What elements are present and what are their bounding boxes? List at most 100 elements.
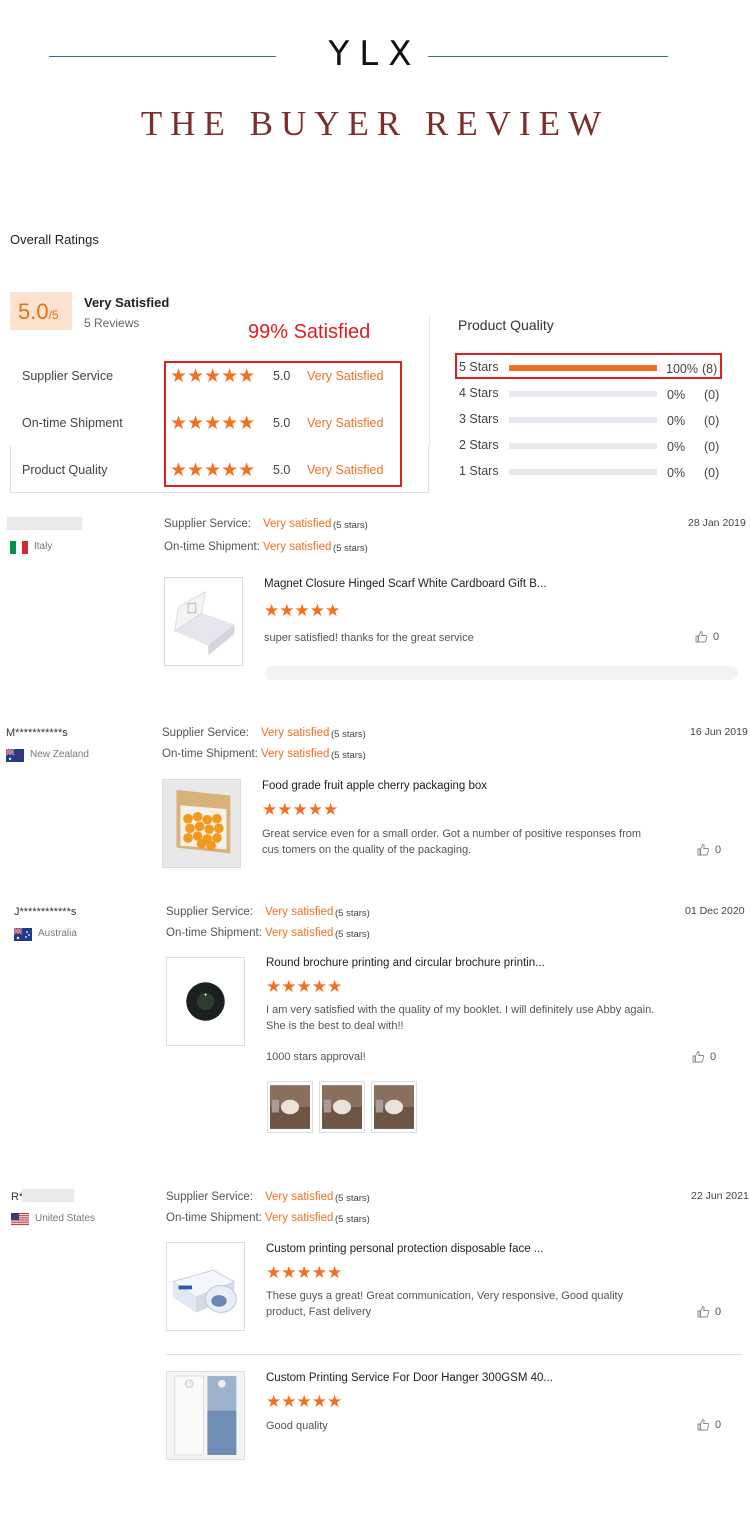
shipment-label: On-time Shipment: — [166, 1212, 262, 1224]
product-thumbnail[interactable]: ✦ — [166, 957, 245, 1046]
review-photo-image — [270, 1084, 310, 1130]
metric-product-quality: Product Quality — [22, 463, 108, 477]
shipment-stars: (5 stars) — [331, 750, 366, 761]
product-thumbnail[interactable] — [166, 1242, 245, 1331]
product-title[interactable]: Custom printing personal protection disp… — [266, 1243, 543, 1255]
shipment-stars: (5 stars) — [335, 1214, 370, 1225]
review-comment: Good quality — [266, 1420, 328, 1432]
supplier-service-label: Supplier Service: — [164, 518, 251, 530]
reviews-count: 5 Reviews — [84, 316, 140, 330]
histogram-percent: 0% — [667, 440, 686, 454]
supplier-service-stars: (5 stars) — [331, 729, 366, 740]
overall-score: 5.0/5 — [18, 299, 59, 325]
histogram-label: 2 Stars — [459, 438, 499, 452]
product-thumbnail[interactable] — [164, 577, 243, 666]
histogram-label: 3 Stars — [459, 412, 499, 426]
vertical-divider — [429, 316, 430, 447]
review-date: 16 Jun 2019 — [690, 726, 748, 738]
histogram-label: 4 Stars — [459, 386, 499, 400]
supplier-service-rating: Very satisfied — [265, 1191, 334, 1203]
supplier-service-label: Supplier Service: — [166, 1191, 253, 1203]
overall-label: Very Satisfied — [84, 295, 170, 310]
helpful-button[interactable]: 0 — [697, 843, 721, 859]
histogram-count: (0) — [704, 388, 720, 402]
horizontal-scrollbar[interactable] — [265, 666, 738, 680]
shipment-label: On-time Shipment: — [162, 748, 258, 760]
review-comment: Great service even for a small order. Go… — [262, 828, 642, 856]
highlight-box-5-stars — [455, 353, 722, 379]
score-value: 5.0 — [18, 299, 49, 324]
supplier-service-rating: Very satisfied — [265, 906, 334, 918]
review-date: 01 Dec 2020 — [685, 905, 745, 917]
helpful-count: 0 — [715, 844, 722, 856]
metric-supplier-service: Supplier Service — [22, 369, 114, 383]
histogram-bar-track — [509, 443, 657, 449]
histogram-percent: 0% — [667, 414, 686, 428]
supplier-service-label: Supplier Service: — [166, 906, 253, 918]
reviewer-name-blur — [22, 1189, 74, 1202]
reviewer-country: United States — [35, 1213, 96, 1224]
product-star-rating-icon: ★★★★★ — [264, 601, 341, 620]
thumbs-up-icon — [692, 1051, 705, 1066]
supplier-service-label: Supplier Service: — [162, 727, 249, 739]
review-extra-comment: 1000 stars approval! — [266, 1051, 366, 1063]
helpful-count: 0 — [715, 1306, 722, 1318]
thumbs-up-icon — [697, 1419, 710, 1434]
country-flag-icon — [13, 927, 32, 941]
thumbs-up-icon — [695, 631, 708, 646]
histogram-bar-track — [509, 391, 657, 397]
histogram-bar-track — [509, 469, 657, 475]
supplier-service-rating: Very satisfied — [261, 727, 330, 739]
helpful-button[interactable]: 0 — [697, 1305, 721, 1321]
supplier-service-stars: (5 stars) — [335, 908, 370, 919]
country-flag-icon — [10, 541, 28, 554]
product-thumbnail[interactable] — [162, 779, 241, 868]
histogram-count: (0) — [704, 466, 720, 480]
thumbs-up-icon — [697, 844, 710, 859]
helpful-button[interactable]: 0 — [695, 630, 719, 646]
product-title[interactable]: Round brochure printing and circular bro… — [266, 957, 545, 969]
supplier-service-stars: (5 stars) — [335, 1193, 370, 1204]
helpful-button[interactable]: 0 — [697, 1418, 721, 1434]
product-title[interactable]: Custom Printing Service For Door Hanger … — [266, 1372, 553, 1384]
review-comment: super satisfied! thanks for the great se… — [264, 632, 474, 644]
score-suffix: /5 — [48, 308, 59, 322]
shipment-stars: (5 stars) — [335, 929, 370, 940]
helpful-button[interactable]: 0 — [692, 1050, 716, 1066]
histogram-count: (0) — [704, 440, 720, 454]
shipment-rating: Very satisfied — [265, 1212, 334, 1224]
review-photo-image — [374, 1084, 414, 1130]
review-photo[interactable] — [267, 1081, 313, 1133]
shipment-label: On-time Shipment: — [166, 927, 262, 939]
product-star-rating-icon: ★★★★★ — [262, 800, 339, 819]
review-photo-image — [322, 1084, 362, 1130]
thumbs-up-icon — [697, 1306, 710, 1321]
svg-text:✦: ✦ — [203, 993, 207, 999]
country-flag-icon — [5, 748, 24, 762]
product-title[interactable]: Food grade fruit apple cherry packaging … — [262, 780, 487, 792]
reviewer-country: Italy — [34, 541, 53, 552]
product-thumbnail[interactable] — [166, 1371, 245, 1460]
histogram-title: Product Quality — [458, 317, 554, 333]
histogram-count: (0) — [704, 414, 720, 428]
histogram-bar-track — [509, 417, 657, 423]
histogram-percent: 0% — [667, 466, 686, 480]
shipment-rating: Very satisfied — [265, 927, 334, 939]
supplier-service-stars: (5 stars) — [333, 520, 368, 531]
review-photo[interactable] — [319, 1081, 365, 1133]
review-comment: These guys a great! Great communication,… — [266, 1290, 624, 1318]
histogram-label: 1 Stars — [459, 464, 499, 478]
review-date: 22 Jun 2021 — [691, 1190, 749, 1202]
product-divider — [166, 1354, 742, 1355]
brand-logo: YLX — [328, 34, 422, 74]
reviewer-name: M***********s — [6, 727, 68, 739]
review-comment: I am very satisfied with the quality of … — [266, 1004, 655, 1032]
shipment-rating: Very satisfied — [263, 541, 332, 553]
overall-ratings-heading: Overall Ratings — [10, 232, 99, 247]
review-date: 28 Jan 2019 — [688, 517, 746, 529]
helpful-count: 0 — [715, 1419, 722, 1431]
product-title[interactable]: Magnet Closure Hinged Scarf White Cardbo… — [264, 578, 547, 590]
histogram-percent: 0% — [667, 388, 686, 402]
review-photo[interactable] — [371, 1081, 417, 1133]
reviewer-country: New Zealand — [30, 749, 89, 760]
